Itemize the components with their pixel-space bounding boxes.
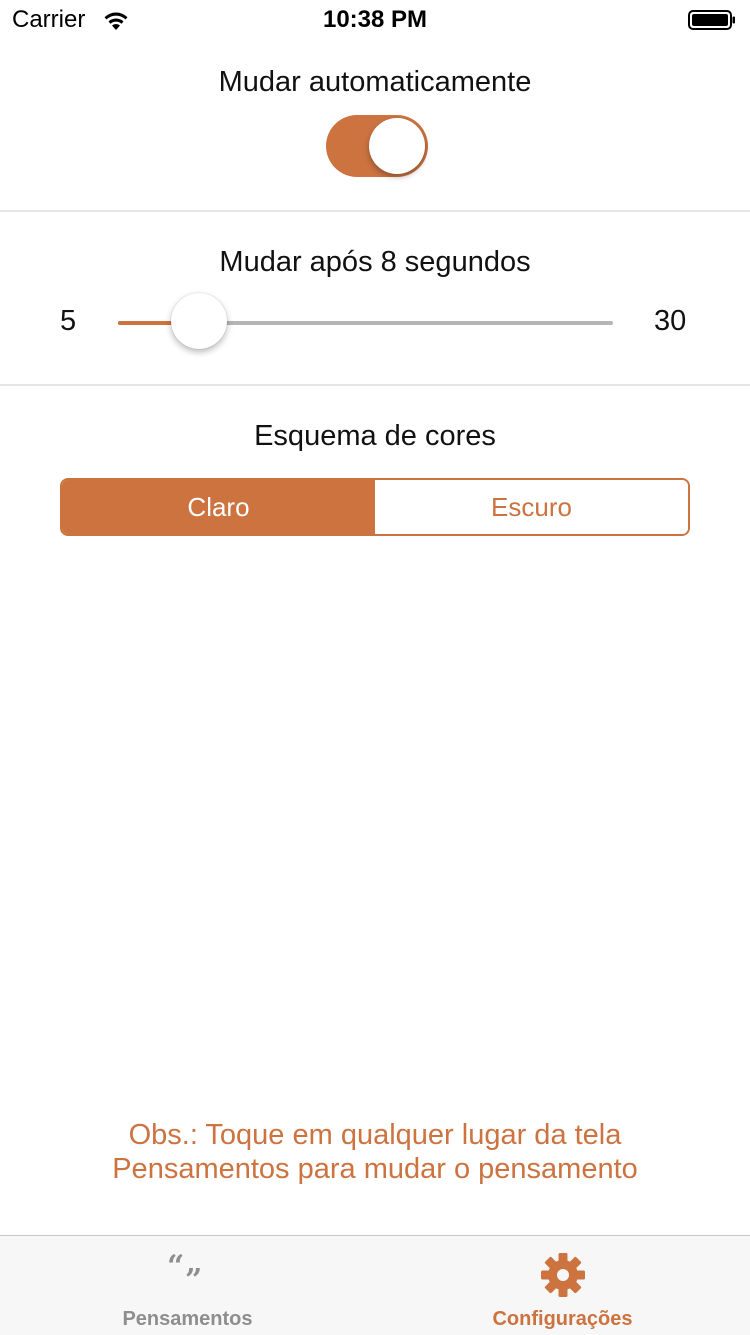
toggle-knob[interactable]: [369, 118, 425, 174]
auto-change-toggle[interactable]: [326, 115, 428, 177]
tab-label-configuracoes: Configurações: [492, 1308, 633, 1330]
slider-min-label: 5: [60, 305, 77, 337]
status-time: 10:38 PM: [322, 6, 428, 33]
svg-text:“: “: [167, 1250, 184, 1284]
interval-label: Mudar após 8 segundos: [219, 246, 531, 278]
svg-text:”: ”: [185, 1263, 202, 1286]
color-scheme-segmented-control[interactable]: Claro Escuro: [60, 478, 690, 536]
color-scheme-label: Esquema de cores: [254, 420, 496, 452]
divider: [0, 210, 750, 212]
battery-icon: [688, 10, 735, 30]
quote-icon: “ ”: [167, 1250, 209, 1286]
status-bar: Carrier 10:38 PM: [0, 0, 750, 40]
slider-max-label: 30: [654, 305, 687, 337]
tab-pensamentos[interactable]: “ ” Pensamentos: [0, 1236, 375, 1335]
segment-claro[interactable]: Claro: [62, 480, 375, 534]
interval-slider-thumb[interactable]: [170, 293, 227, 349]
tab-label-pensamentos: Pensamentos: [122, 1308, 253, 1330]
usage-note: Obs.: Toque em qualquer lugar da tela Pe…: [0, 1118, 750, 1186]
tab-bar: “ ” Pensamentos Configurações: [0, 1235, 750, 1335]
segment-escuro[interactable]: Escuro: [375, 480, 688, 534]
gear-icon: [540, 1253, 585, 1297]
note-line-2: Pensamentos para mudar o pensamento: [112, 1153, 638, 1185]
tab-configuracoes[interactable]: Configurações: [375, 1236, 750, 1335]
note-line-1: Obs.: Toque em qualquer lugar da tela: [128, 1119, 622, 1151]
divider: [0, 384, 750, 386]
auto-change-label: Mudar automaticamente: [218, 66, 532, 98]
